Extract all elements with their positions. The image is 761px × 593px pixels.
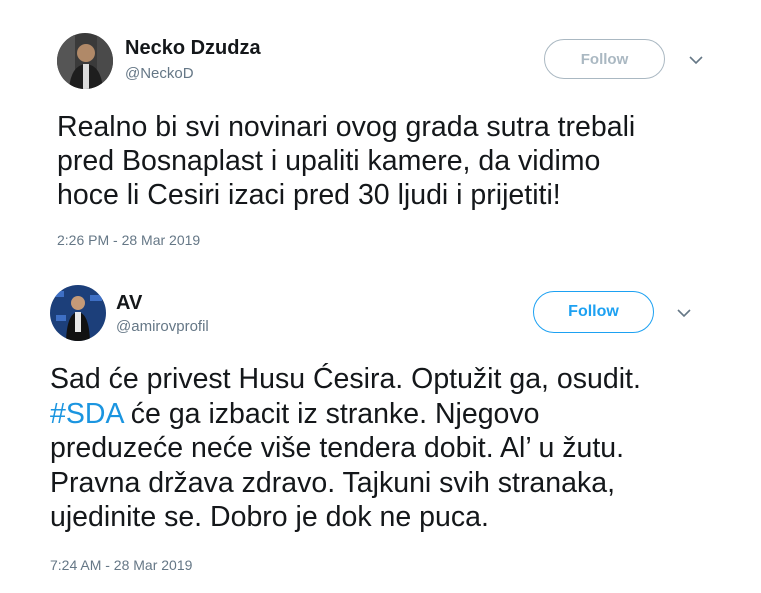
author-handle[interactable]: @NeckoD (125, 65, 194, 82)
author-handle[interactable]: @amirovprofil (116, 318, 209, 335)
avatar[interactable] (57, 33, 113, 89)
tweet-text-part: će ga izbacit iz stranke. Njegovo preduz… (50, 397, 625, 534)
tweet-text: Realno bi svi novinari ovog grada sutra … (57, 111, 636, 211)
author-name[interactable]: Necko Dzudza (125, 37, 261, 60)
follow-button[interactable]: Follow (533, 291, 654, 333)
follow-button[interactable]: Follow (544, 39, 665, 79)
timestamp[interactable]: 7:24 AM - 28 Mar 2019 (50, 557, 192, 573)
tweet-text-part: Sad će privest Husu Ćesira. Optužit ga, … (50, 363, 641, 395)
author-name[interactable]: AV (116, 292, 142, 315)
chevron-down-icon[interactable] (676, 305, 692, 321)
hashtag-link[interactable]: #SDA (50, 398, 123, 430)
chevron-down-icon[interactable] (688, 52, 704, 68)
timestamp[interactable]: 2:26 PM - 28 Mar 2019 (57, 232, 200, 248)
tweet-text: Sad će privest Husu Ćesira. Optužit ga, … (50, 362, 755, 535)
avatar[interactable] (50, 285, 106, 341)
